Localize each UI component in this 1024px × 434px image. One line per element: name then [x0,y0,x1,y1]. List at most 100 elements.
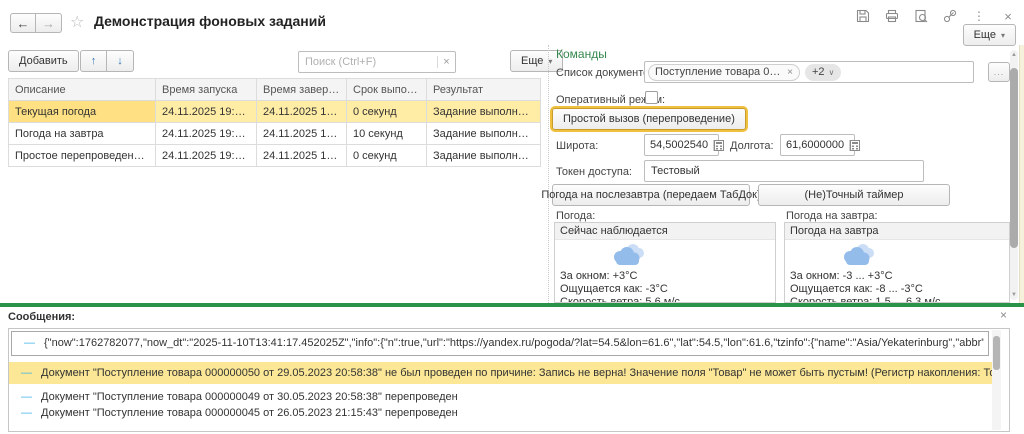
more-documents-chip[interactable]: +2 ∨ [805,63,842,81]
message-text: Документ "Поступление товара 000000045 о… [41,407,458,419]
col-description[interactable]: Описание [8,78,156,101]
scrollbar-thumb[interactable] [1010,68,1018,248]
cell-result[interactable]: Задание выполнено [426,144,541,167]
scrollbar-thumb[interactable] [993,336,1000,370]
scroll-down-icon[interactable]: ▼ [1010,292,1018,298]
cell-duration[interactable]: 10 секунд [346,122,427,145]
top-bar: ← → ☆ Демонстрация фоновых заданий ⋮ × Е… [0,0,1024,46]
message-dash-icon: — [21,391,32,403]
cell-description[interactable]: Погода на завтра [8,122,156,145]
messages-list: — {"now":1762782077,"now_dt":"2025-11-10… [8,328,1010,432]
choose-documents-button[interactable]: ... [988,62,1010,82]
add-button[interactable]: Добавить [8,50,79,72]
cell-end[interactable]: 24.11.2025 19:22:25 [256,100,347,123]
print-icon[interactable] [884,8,900,24]
message-dash-icon: — [24,337,35,349]
close-messages-icon[interactable]: × [1000,308,1007,322]
table-row[interactable]: Погода на завтра 24.11.2025 19:22:25 24.… [8,122,541,145]
save-icon[interactable] [855,8,871,24]
col-end-time[interactable]: Время завершения [256,78,347,101]
simple-call-button[interactable]: Простой вызов (перепроведение) [552,108,746,130]
favorite-star-icon[interactable]: ☆ [70,12,84,32]
move-up-button[interactable]: ↑ [80,50,107,72]
cell-end[interactable]: 24.11.2025 19:22:34 [256,144,347,167]
table-row[interactable]: Простое перепроведение доку... 24.11.202… [8,144,541,167]
right-scrollbar[interactable]: ▲ ▼ [1010,50,1018,300]
weather-feels: Ощущается как: -8 ... -3°C [790,283,923,295]
document-list-field[interactable]: Поступление товара 0000000... × +2 ∨ [644,61,974,83]
document-list-label: Список документов: [556,67,659,79]
more-documents-label: +2 [812,66,825,78]
cell-start[interactable]: 24.11.2025 19:22:34 [155,144,257,167]
search-input[interactable] [299,56,437,68]
operational-mode-checkbox[interactable] [645,91,658,104]
dropdown-arrow-icon: ▾ [1000,30,1005,40]
list-item[interactable]: — Документ "Поступление товара 000000050… [9,362,999,384]
document-chip[interactable]: Поступление товара 0000000... × [648,63,800,81]
calculator-icon[interactable] [849,139,861,151]
cell-result[interactable]: Задание выполнено [426,100,541,123]
messages-scrollbar[interactable] [992,330,1001,430]
print-preview-icon[interactable] [913,8,929,24]
forward-arrow-icon: → [42,15,55,31]
weather-now-panel: Сейчас наблюдается За окном: +3°C Ощущае… [554,222,776,303]
weather-wind: Скорость ветра: 5.6 м/с [560,296,680,303]
latitude-value[interactable]: 54,5002540 [645,139,713,151]
list-item[interactable]: — Документ "Поступление товара 000000045… [9,405,1009,421]
cell-start[interactable]: 24.11.2025 19:22:25 [155,100,257,123]
list-item[interactable]: — {"now":1762782077,"now_dt":"2025-11-10… [11,331,989,356]
col-start-time[interactable]: Время запуска [155,78,257,101]
token-field[interactable]: Тестовый [644,160,924,182]
token-value[interactable]: Тестовый [651,165,700,177]
cell-start[interactable]: 24.11.2025 19:22:25 [155,122,257,145]
cloud-icon [555,240,775,270]
link-icon[interactable] [942,8,958,24]
cell-duration[interactable]: 0 секунд [346,100,427,123]
cell-end[interactable]: 24.11.2025 19:22:35 [256,122,347,145]
messages-title: Сообщения: [8,311,76,323]
vertical-splitter[interactable] [548,45,549,303]
remove-chip-icon[interactable]: × [787,67,793,78]
jobs-table: Описание Время запуска Время завершения … [8,78,541,167]
close-form-icon[interactable]: × [1000,8,1016,24]
cell-duration[interactable]: 0 секунд [346,144,427,167]
form-more-button[interactable]: Еще ▾ [962,24,1016,46]
table-row[interactable]: Текущая погода 24.11.2025 19:22:25 24.11… [8,100,541,123]
clear-search-icon[interactable]: × [437,56,455,68]
more-menu-icon[interactable]: ⋮ [971,8,987,24]
app-window: ← → ☆ Демонстрация фоновых заданий ⋮ × Е… [0,0,1024,434]
cell-description[interactable]: Простое перепроведение доку... [8,144,156,167]
weather-feels: Ощущается как: -3°C [560,283,668,295]
right-edge-panel [1019,45,1024,303]
message-text: {"now":1762782077,"now_dt":"2025-11-10T1… [44,337,984,349]
message-text: Документ "Поступление товара 000000049 о… [41,391,458,403]
arrow-up-icon: ↑ [90,55,97,67]
day-after-tomorrow-button[interactable]: Погода на послезавтра (передаем ТабДок) [541,184,761,206]
weather-wind: Скорость ветра: 1.5 ... 6.3 м/с [790,296,941,303]
cell-description[interactable]: Текущая погода [8,100,156,123]
calculator-icon[interactable] [713,139,725,151]
col-duration[interactable]: Срок выполн... [346,78,427,101]
latitude-field[interactable]: 54,5002540 [644,134,725,156]
cell-result[interactable]: Задание выполнено [426,122,541,145]
col-result[interactable]: Результат [426,78,541,101]
weather-temp: За окном: -3 ... +3°C [790,270,893,282]
move-down-button[interactable]: ↓ [107,50,134,72]
scroll-up-icon[interactable]: ▲ [1010,52,1018,58]
forward-button[interactable]: → [36,13,62,33]
weather-now-label: Погода: [556,210,596,222]
message-text: Документ "Поступление товара 000000050 о… [41,367,995,379]
chevron-down-icon: ∨ [828,67,835,77]
longitude-field[interactable]: 61,6000000 [780,134,861,156]
messages-splitter[interactable] [0,303,1024,307]
window-icons: ⋮ × [855,8,1016,24]
weather-tomorrow-label: Погода на завтра: [786,210,878,222]
back-arrow-icon: ← [16,15,30,31]
timer-button[interactable]: (Не)Точный таймер [758,184,950,206]
latitude-label: Широта: [556,140,599,152]
arrow-down-icon: ↓ [117,55,123,67]
back-button[interactable]: ← [10,13,36,33]
longitude-value[interactable]: 61,6000000 [781,139,849,151]
list-item[interactable]: — Документ "Поступление товара 000000049… [9,389,1009,405]
message-dash-icon: — [21,367,32,379]
